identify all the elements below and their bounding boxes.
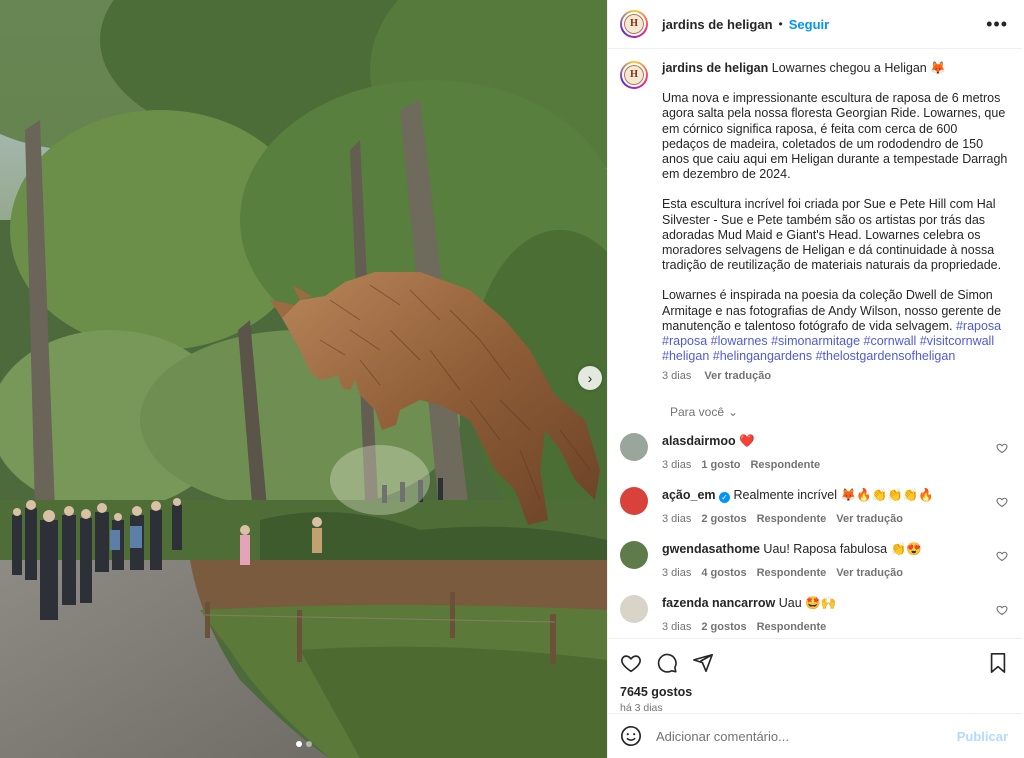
commenter-username[interactable]: fazenda nancarrow bbox=[662, 596, 775, 610]
comment-item: gwendasathome Uau! Raposa fabulosa 👏😍 3 … bbox=[620, 540, 1008, 581]
post-header: H jardins de heligan • Seguir ••• bbox=[608, 0, 1022, 49]
chevron-down-icon: ⌄ bbox=[728, 404, 739, 419]
more-horizontal-icon[interactable]: ••• bbox=[986, 15, 1008, 33]
caption-paragraph-1: Uma nova e impressionante escultura de r… bbox=[662, 91, 1008, 182]
next-slide-button[interactable]: › bbox=[578, 366, 602, 390]
heart-icon[interactable] bbox=[996, 496, 1008, 508]
comment-time[interactable]: 3 dias bbox=[662, 565, 691, 581]
post-image[interactable]: › bbox=[0, 0, 607, 758]
instagram-post: › H jardins de heligan • Seguir ••• H ja… bbox=[0, 0, 1024, 758]
author-username[interactable]: jardins de heligan bbox=[662, 17, 773, 32]
caption-time[interactable]: 3 dias bbox=[662, 370, 691, 382]
commenter-username[interactable]: gwendasathome bbox=[662, 542, 760, 556]
comment-likes[interactable]: 1 gosto bbox=[701, 457, 740, 473]
comment-translate-link[interactable]: Ver tradução bbox=[836, 511, 903, 527]
comment-text: Uau 🤩🙌 bbox=[778, 595, 837, 610]
chevron-right-icon: › bbox=[587, 370, 593, 386]
emoji-icon[interactable] bbox=[620, 725, 642, 747]
caption-title: Lowarnes chegou a Heligan 🦊 bbox=[771, 61, 946, 75]
author-avatar[interactable]: H bbox=[620, 10, 648, 38]
comment-text: Uau! Raposa fabulosa 👏😍 bbox=[763, 541, 922, 556]
caption-paragraph-2: Esta escultura incrível foi criada por S… bbox=[662, 197, 1002, 273]
comment-icon[interactable] bbox=[656, 652, 678, 674]
heart-icon[interactable] bbox=[996, 604, 1008, 616]
comment-time[interactable]: 3 dias bbox=[662, 619, 691, 635]
for-you-label: Para você bbox=[670, 404, 725, 419]
comment-composer: Publicar bbox=[608, 713, 1022, 758]
heart-icon[interactable] bbox=[620, 652, 642, 674]
comment-translate-link[interactable]: Ver tradução bbox=[836, 565, 903, 581]
comment-item: fazenda nancarrow Uau 🤩🙌 3 dias 2 gostos… bbox=[620, 594, 1008, 635]
likes-count[interactable]: 7645 gostos bbox=[620, 685, 1008, 699]
caption: H jardins de heligan Lowarnes chegou a H… bbox=[620, 61, 1008, 385]
caption-username[interactable]: jardins de heligan bbox=[662, 61, 768, 75]
post-actions: 7645 gostos há 3 dias bbox=[608, 638, 1022, 714]
comment-text: Realmente incrível 🦊🔥👏👏👏🔥 bbox=[733, 487, 934, 502]
heart-icon[interactable] bbox=[996, 442, 1008, 454]
comment-likes[interactable]: 2 gostos bbox=[701, 511, 746, 527]
verified-badge-icon: ✓ bbox=[719, 491, 730, 503]
comment-item: ação_em ✓ Realmente incrível 🦊🔥👏👏👏🔥 3 di… bbox=[620, 486, 1008, 527]
comment-likes[interactable]: 2 gostos bbox=[701, 619, 746, 635]
commenter-avatar[interactable] bbox=[620, 486, 648, 515]
reply-button[interactable]: Respondente bbox=[757, 565, 827, 581]
caption-author-avatar[interactable]: H bbox=[620, 61, 648, 89]
reply-button[interactable]: Respondente bbox=[757, 619, 827, 635]
follow-button[interactable]: Seguir bbox=[789, 17, 829, 32]
commenter-avatar[interactable] bbox=[620, 540, 648, 569]
comment-text: ❤️ bbox=[739, 433, 755, 448]
comment-item: alasdairmoo ❤️ 3 dias 1 gosto Respondent… bbox=[620, 432, 1008, 473]
comments-list: alasdairmoo ❤️ 3 dias 1 gosto Respondent… bbox=[620, 432, 1008, 635]
commenter-username[interactable]: alasdairmoo bbox=[662, 434, 736, 448]
separator-dot: • bbox=[778, 17, 783, 31]
share-icon[interactable] bbox=[692, 652, 714, 674]
fox-sculpture-photo bbox=[0, 0, 607, 758]
carousel-dots bbox=[296, 741, 312, 747]
heart-icon[interactable] bbox=[996, 550, 1008, 562]
reply-button[interactable]: Respondente bbox=[757, 511, 827, 527]
commenter-username[interactable]: ação_em bbox=[662, 488, 716, 502]
caption-paragraph-3: Lowarnes é inspirada na poesia da coleçã… bbox=[662, 288, 1002, 333]
carousel-dot bbox=[306, 741, 312, 747]
comment-time[interactable]: 3 dias bbox=[662, 457, 691, 473]
caption-translate-link[interactable]: Ver tradução bbox=[704, 370, 771, 382]
post-sidebar: H jardins de heligan • Seguir ••• H jard… bbox=[607, 0, 1022, 758]
publish-button[interactable]: Publicar bbox=[957, 729, 1008, 744]
commenter-avatar[interactable] bbox=[620, 432, 648, 461]
comment-input[interactable] bbox=[654, 727, 957, 745]
comments-scroll-area[interactable]: H jardins de heligan Lowarnes chegou a H… bbox=[608, 49, 1022, 638]
carousel-dot-active bbox=[296, 741, 302, 747]
commenter-avatar[interactable] bbox=[620, 594, 648, 623]
heligan-logo-icon: H bbox=[624, 65, 644, 85]
for-you-toggle[interactable]: Para você ⌄ bbox=[670, 405, 1008, 419]
bookmark-icon[interactable] bbox=[988, 652, 1008, 674]
heligan-logo-icon: H bbox=[624, 14, 644, 34]
caption-meta: 3 dias Ver tradução bbox=[662, 369, 1008, 384]
reply-button[interactable]: Respondente bbox=[750, 457, 820, 473]
comment-likes[interactable]: 4 gostos bbox=[701, 565, 746, 581]
comment-time[interactable]: 3 dias bbox=[662, 511, 691, 527]
